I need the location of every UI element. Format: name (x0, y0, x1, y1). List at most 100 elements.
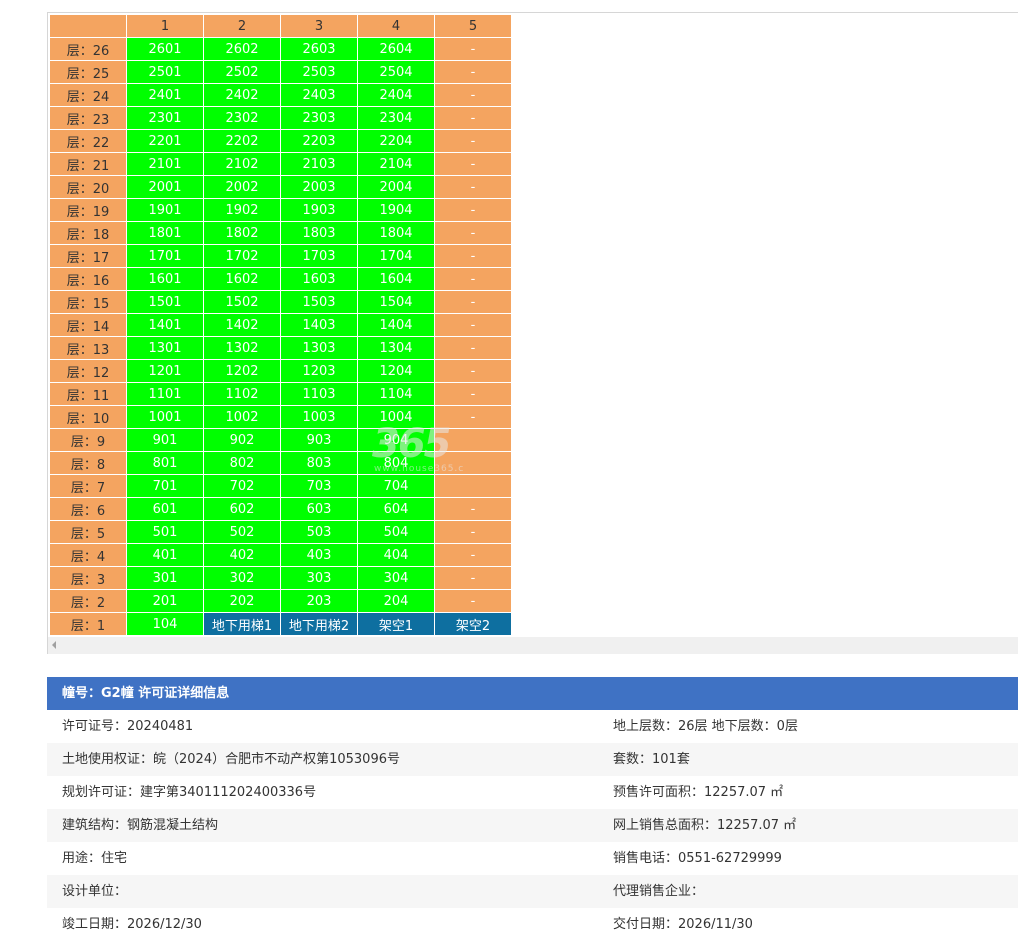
unit-cell[interactable]: 601 (126, 497, 204, 521)
unit-cell[interactable]: 1803 (280, 221, 358, 245)
unit-cell[interactable]: 204 (357, 589, 435, 613)
unit-cell[interactable]: 1202 (203, 359, 281, 383)
unit-cell[interactable]: 1302 (203, 336, 281, 360)
unit-cell[interactable]: 1601 (126, 267, 204, 291)
unit-cell[interactable]: 104 (126, 612, 204, 636)
unit-cell[interactable]: 1304 (357, 336, 435, 360)
unit-cell[interactable]: 502 (203, 520, 281, 544)
unit-cell[interactable]: 1101 (126, 382, 204, 406)
unit-cell[interactable]: 203 (280, 589, 358, 613)
unit-cell[interactable]: 403 (280, 543, 358, 567)
scroll-left-arrow-icon[interactable] (52, 641, 56, 649)
unit-cell[interactable]: 1103 (280, 382, 358, 406)
unit-cell[interactable]: 1301 (126, 336, 204, 360)
unit-cell[interactable]: 503 (280, 520, 358, 544)
unit-cell[interactable]: 402 (203, 543, 281, 567)
unit-cell[interactable]: 1201 (126, 359, 204, 383)
unit-cell[interactable]: 304 (357, 566, 435, 590)
unit-cell[interactable]: 架空1 (357, 612, 435, 636)
unit-cell[interactable]: 1904 (357, 198, 435, 222)
unit-cell[interactable]: 2103 (280, 152, 358, 176)
unit-cell[interactable]: 架空2 (434, 612, 512, 636)
unit-cell[interactable]: 802 (203, 451, 281, 475)
unit-cell[interactable]: 401 (126, 543, 204, 567)
unit-cell[interactable]: 703 (280, 474, 358, 498)
unit-cell[interactable]: 801 (126, 451, 204, 475)
unit-cell[interactable]: 2603 (280, 37, 358, 61)
unit-cell[interactable]: 501 (126, 520, 204, 544)
unit-cell[interactable]: 701 (126, 474, 204, 498)
unit-cell[interactable]: 1404 (357, 313, 435, 337)
unit-cell[interactable]: 2404 (357, 83, 435, 107)
unit-cell[interactable]: 1502 (203, 290, 281, 314)
unit-cell[interactable]: 702 (203, 474, 281, 498)
unit-cell[interactable]: 602 (203, 497, 281, 521)
unit-cell[interactable]: 2604 (357, 37, 435, 61)
unit-cell[interactable]: 1504 (357, 290, 435, 314)
unit-cell[interactable]: 1703 (280, 244, 358, 268)
unit-cell[interactable]: 1902 (203, 198, 281, 222)
unit-cell[interactable]: 2401 (126, 83, 204, 107)
unit-cell[interactable]: 2201 (126, 129, 204, 153)
unit-cell[interactable]: 604 (357, 497, 435, 521)
unit-cell[interactable]: 2002 (203, 175, 281, 199)
unit-cell[interactable]: 1001 (126, 405, 204, 429)
unit-cell[interactable]: 904 (357, 428, 435, 452)
unit-cell[interactable]: 1004 (357, 405, 435, 429)
unit-cell[interactable]: 1702 (203, 244, 281, 268)
unit-cell[interactable]: 1701 (126, 244, 204, 268)
unit-cell[interactable]: 2501 (126, 60, 204, 84)
unit-cell[interactable]: 2303 (280, 106, 358, 130)
unit-cell[interactable]: 603 (280, 497, 358, 521)
unit-cell[interactable]: 903 (280, 428, 358, 452)
unit-cell[interactable]: 2004 (357, 175, 435, 199)
unit-cell[interactable]: 1402 (203, 313, 281, 337)
unit-cell[interactable]: 1804 (357, 221, 435, 245)
unit-cell[interactable]: 1704 (357, 244, 435, 268)
unit-cell[interactable]: 2104 (357, 152, 435, 176)
unit-cell[interactable]: 1401 (126, 313, 204, 337)
unit-cell[interactable]: 804 (357, 451, 435, 475)
unit-cell[interactable]: 1303 (280, 336, 358, 360)
unit-cell[interactable]: 2403 (280, 83, 358, 107)
unit-cell[interactable]: 2204 (357, 129, 435, 153)
unit-cell[interactable]: 1403 (280, 313, 358, 337)
unit-cell[interactable]: 303 (280, 566, 358, 590)
unit-cell[interactable]: 2402 (203, 83, 281, 107)
unit-cell[interactable]: 803 (280, 451, 358, 475)
unit-cell[interactable]: 2503 (280, 60, 358, 84)
unit-cell[interactable]: 2602 (203, 37, 281, 61)
unit-cell[interactable]: 901 (126, 428, 204, 452)
unit-cell[interactable]: 1801 (126, 221, 204, 245)
unit-cell[interactable]: 1102 (203, 382, 281, 406)
unit-cell[interactable]: 2101 (126, 152, 204, 176)
unit-cell[interactable]: 2203 (280, 129, 358, 153)
unit-cell[interactable]: 504 (357, 520, 435, 544)
unit-cell[interactable]: 1802 (203, 221, 281, 245)
unit-cell[interactable]: 301 (126, 566, 204, 590)
unit-cell[interactable]: 2304 (357, 106, 435, 130)
unit-cell[interactable]: 1503 (280, 290, 358, 314)
unit-cell[interactable]: 1901 (126, 198, 204, 222)
unit-cell[interactable]: 1002 (203, 405, 281, 429)
unit-cell[interactable]: 2001 (126, 175, 204, 199)
unit-cell[interactable]: 404 (357, 543, 435, 567)
unit-cell[interactable]: 1203 (280, 359, 358, 383)
unit-cell[interactable]: 2102 (203, 152, 281, 176)
unit-cell[interactable]: 201 (126, 589, 204, 613)
unit-cell[interactable]: 1501 (126, 290, 204, 314)
unit-cell[interactable]: 地下用梯2 (280, 612, 358, 636)
unit-cell[interactable]: 2202 (203, 129, 281, 153)
unit-cell[interactable]: 1104 (357, 382, 435, 406)
unit-cell[interactable]: 1602 (203, 267, 281, 291)
unit-cell[interactable]: 1604 (357, 267, 435, 291)
unit-cell[interactable]: 2504 (357, 60, 435, 84)
unit-cell[interactable]: 1903 (280, 198, 358, 222)
horizontal-scrollbar[interactable] (48, 637, 1018, 654)
unit-cell[interactable]: 2601 (126, 37, 204, 61)
unit-cell[interactable]: 202 (203, 589, 281, 613)
unit-cell[interactable]: 1204 (357, 359, 435, 383)
unit-cell[interactable]: 2502 (203, 60, 281, 84)
unit-cell[interactable]: 2003 (280, 175, 358, 199)
unit-cell[interactable]: 地下用梯1 (203, 612, 281, 636)
